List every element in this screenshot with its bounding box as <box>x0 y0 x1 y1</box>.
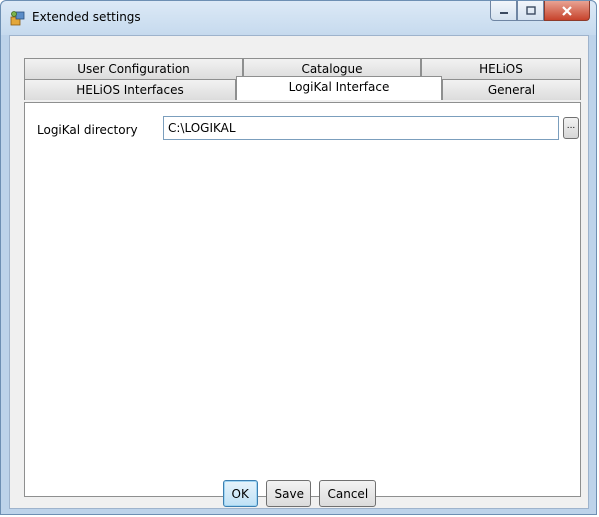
tab-user-configuration[interactable]: User Configuration <box>24 58 243 79</box>
logikal-directory-input[interactable]: C:\LOGIKAL <box>163 116 559 140</box>
maximize-button[interactable] <box>517 1 544 21</box>
close-button[interactable] <box>544 1 590 21</box>
tab-helios[interactable]: HELiOS <box>421 58 581 79</box>
minimize-button[interactable] <box>490 1 517 21</box>
dialog-buttons: OK Save Cancel <box>10 480 588 507</box>
tab-logikal-interface[interactable]: LogiKal Interface <box>236 76 442 100</box>
browse-button[interactable]: ... <box>563 117 579 139</box>
settings-app-icon <box>10 10 26 26</box>
maximize-icon <box>525 5 536 15</box>
title-bar[interactable]: Extended settings <box>1 1 596 35</box>
save-button[interactable]: Save <box>265 480 311 507</box>
dialog-client-area: User Configuration Catalogue HELiOS HELi… <box>9 35 589 509</box>
ok-button[interactable]: OK <box>222 480 258 507</box>
minimize-icon <box>499 11 508 14</box>
extended-settings-window: Extended settings User Configuration Cat… <box>0 0 597 515</box>
tab-helios-interfaces[interactable]: HELiOS Interfaces <box>24 79 236 100</box>
logikal-interface-panel: LogiKal directory C:\LOGIKAL ... <box>24 102 581 497</box>
caption-buttons <box>490 1 590 22</box>
logikal-directory-label: LogiKal directory <box>37 123 138 137</box>
window-title: Extended settings <box>32 10 141 24</box>
close-icon <box>562 5 572 16</box>
cancel-button[interactable]: Cancel <box>318 480 376 507</box>
tab-row-bottom: HELiOS Interfaces LogiKal Interface Gene… <box>24 76 581 100</box>
tab-general[interactable]: General <box>442 79 581 100</box>
